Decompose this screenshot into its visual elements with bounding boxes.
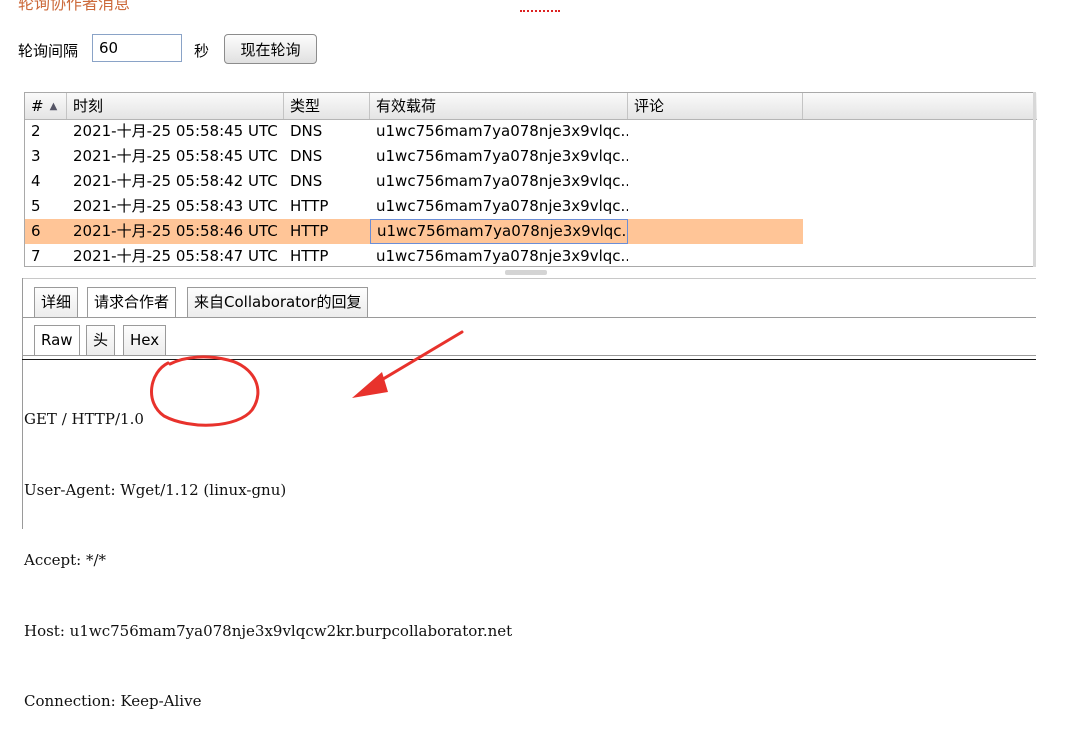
cell-payload: u1wc756mam7ya078nje3x9vlqc... bbox=[376, 197, 628, 215]
message-tabs-baseline bbox=[22, 355, 1036, 356]
header-accept: Accept: */* bbox=[24, 551, 107, 569]
lower-pane-top-border bbox=[22, 278, 1036, 279]
tab-request-to-collaborator[interactable]: 请求合作者 bbox=[87, 287, 177, 318]
cell-comment[interactable] bbox=[628, 194, 803, 219]
cell-time: 2021-十月-25 05:58:42 UTC bbox=[73, 172, 278, 190]
section-heading: 轮询协作者消息 bbox=[18, 0, 131, 12]
header-host: Host: u1wc756mam7ya078nje3x9vlqcw2kr.bur… bbox=[24, 621, 513, 640]
cell-comment[interactable] bbox=[628, 219, 803, 244]
tab-headers[interactable]: 头 bbox=[86, 325, 116, 355]
cell-payload: u1wc756mam7ya078nje3x9vlqc... bbox=[376, 147, 628, 165]
cell-number: 7 bbox=[31, 247, 41, 265]
cell-time: 2021-十月-25 05:58:47 UTC bbox=[73, 247, 278, 265]
cell-type: HTTP bbox=[290, 197, 329, 215]
tab-raw[interactable]: Raw bbox=[34, 325, 80, 356]
cell-number: 6 bbox=[31, 222, 41, 240]
tab-details[interactable]: 详细 bbox=[34, 287, 79, 317]
poll-now-button[interactable]: 现在轮询 bbox=[224, 34, 317, 64]
column-header-comment[interactable]: 评论 bbox=[628, 93, 803, 119]
table-row[interactable]: 7 2021-十月-25 05:58:47 UTC HTTP u1wc756ma… bbox=[25, 244, 1037, 269]
cell-type: DNS bbox=[290, 172, 323, 190]
row-unselected-tail bbox=[803, 219, 1037, 244]
column-header-number[interactable]: # ▲ bbox=[25, 93, 67, 119]
interactions-table: # ▲ 时刻 类型 有效载荷 评论 2 2021-十月-25 05:58:45 U… bbox=[24, 92, 1037, 269]
cell-comment[interactable] bbox=[628, 119, 803, 144]
editor-top-border bbox=[22, 359, 1036, 360]
detail-tabs-baseline bbox=[22, 317, 1036, 318]
cell-time: 2021-十月-25 05:58:45 UTC bbox=[73, 122, 278, 140]
sort-ascending-icon: ▲ bbox=[49, 100, 58, 112]
cell-number: 3 bbox=[31, 147, 41, 165]
poll-interval-unit: 秒 bbox=[194, 42, 210, 60]
table-header: # ▲ 时刻 类型 有效载荷 评论 bbox=[25, 93, 1037, 120]
cell-payload: u1wc756mam7ya078nje3x9vlqc... bbox=[376, 247, 628, 265]
spellcheck-underline bbox=[520, 6, 560, 12]
column-header-payload[interactable]: 有效载荷 bbox=[370, 93, 628, 119]
header-connection: Connection: Keep-Alive bbox=[24, 692, 202, 710]
cell-type: HTTP bbox=[290, 222, 329, 240]
cell-comment[interactable] bbox=[628, 244, 803, 269]
table-row-selected[interactable]: 6 2021-十月-25 05:58:46 UTC HTTP u1wc756ma… bbox=[25, 219, 1037, 244]
table-row[interactable]: 5 2021-十月-25 05:58:43 UTC HTTP u1wc756ma… bbox=[25, 194, 1037, 219]
pane-splitter-handle[interactable] bbox=[505, 270, 547, 275]
cell-number: 4 bbox=[31, 172, 41, 190]
poll-interval-input[interactable] bbox=[92, 34, 182, 62]
tab-response-from-collaborator[interactable]: 来自Collaborator的回复 bbox=[187, 287, 369, 317]
header-user-agent: User-Agent: Wget/1.12 (linux-gnu) bbox=[24, 480, 287, 499]
cell-type: DNS bbox=[290, 147, 323, 165]
column-header-type[interactable]: 类型 bbox=[284, 93, 370, 119]
cell-payload: u1wc756mam7ya078nje3x9vlqc... bbox=[376, 172, 628, 190]
poll-interval-label: 轮询间隔 bbox=[18, 42, 79, 60]
top-cropped-strip: 轮询协作者消息 bbox=[0, 0, 1080, 12]
raw-request-editor[interactable]: GET / HTTP/1.0 User-Agent: Wget/1.12 (li… bbox=[24, 361, 1024, 737]
column-header-time[interactable]: 时刻 bbox=[67, 93, 284, 119]
cell-type: HTTP bbox=[290, 247, 329, 265]
cell-payload: u1wc756mam7ya078nje3x9vlqc... bbox=[376, 122, 628, 140]
cell-number: 2 bbox=[31, 122, 41, 140]
cell-time: 2021-十月-25 05:58:45 UTC bbox=[73, 147, 278, 165]
table-row[interactable]: 4 2021-十月-25 05:58:42 UTC DNS u1wc756mam… bbox=[25, 169, 1037, 194]
cell-time: 2021-十月-25 05:58:46 UTC bbox=[73, 222, 278, 240]
cell-type: DNS bbox=[290, 122, 323, 140]
request-line: GET / HTTP/1.0 bbox=[24, 410, 144, 428]
table-scrollbar[interactable] bbox=[1033, 92, 1036, 267]
cell-number: 5 bbox=[31, 197, 41, 215]
lower-pane-left-border bbox=[22, 278, 23, 529]
cell-comment[interactable] bbox=[628, 144, 803, 169]
table-row[interactable]: 2 2021-十月-25 05:58:45 UTC DNS u1wc756mam… bbox=[25, 119, 1037, 144]
table-row[interactable]: 3 2021-十月-25 05:58:45 UTC DNS u1wc756mam… bbox=[25, 144, 1037, 169]
tab-hex[interactable]: Hex bbox=[123, 325, 167, 355]
cell-payload-focused: u1wc756mam7ya078nje3x9vlqc... bbox=[370, 219, 628, 244]
cell-time: 2021-十月-25 05:58:43 UTC bbox=[73, 197, 278, 215]
cell-comment[interactable] bbox=[628, 169, 803, 194]
